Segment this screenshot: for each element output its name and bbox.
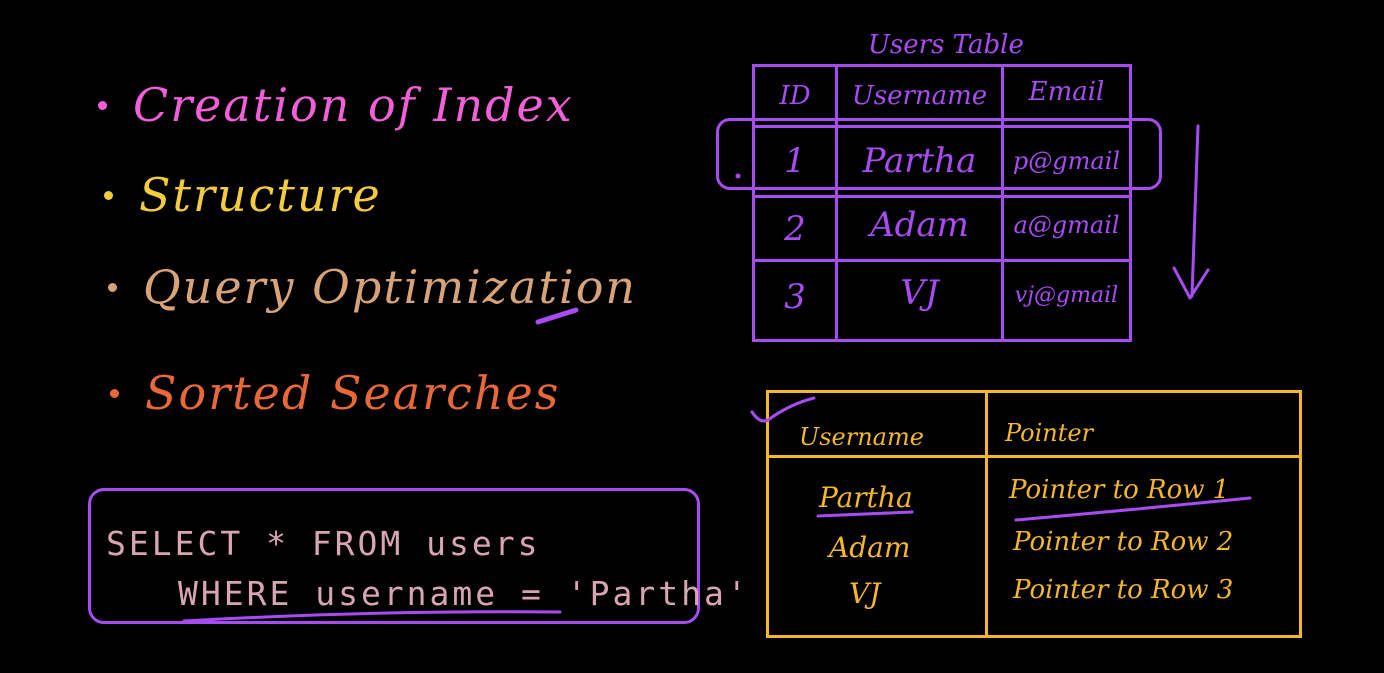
annotation-strokes [182, 124, 1252, 623]
pen-mark [535, 307, 579, 325]
pointer-underline [1014, 496, 1252, 522]
check-mark-icon [750, 396, 816, 423]
down-arrow-shaft [1190, 124, 1200, 298]
dot-mark [735, 173, 741, 179]
whiteboard-canvas: Creation of Index Structure Query Optimi… [0, 0, 1384, 673]
partha-underline [816, 510, 914, 518]
sql-underline [182, 610, 562, 623]
